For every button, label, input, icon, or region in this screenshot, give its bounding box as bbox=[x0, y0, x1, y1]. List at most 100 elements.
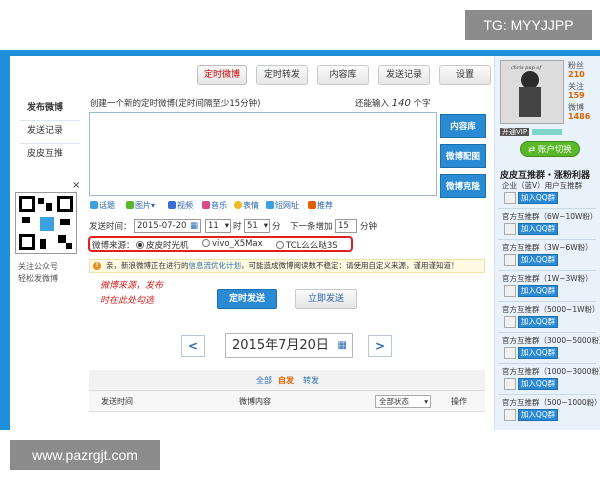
char-counter-value: 140 bbox=[391, 98, 411, 109]
promo-group-name: 官方互推群（500~1000粉） bbox=[502, 398, 600, 407]
content-library-button[interactable]: 内容库 bbox=[440, 114, 486, 138]
site-watermark: www.pazrgjt.com bbox=[10, 440, 160, 470]
column-content: 微博内容 bbox=[239, 397, 271, 406]
nav-item-send-log[interactable]: 发送记录 bbox=[10, 120, 80, 142]
info-flow-link[interactable]: 信息流优化计划 bbox=[189, 261, 242, 270]
nav-item-post-weibo[interactable]: 发布微博 bbox=[10, 97, 80, 119]
join-qq-group-button[interactable]: 加入QQ群 bbox=[504, 223, 584, 235]
send-time-label: 发送时间： bbox=[89, 222, 132, 232]
join-qq-label: 加入QQ群 bbox=[518, 409, 558, 421]
filter-all[interactable]: 全部 bbox=[256, 375, 272, 386]
promo-divider bbox=[498, 394, 596, 395]
nav-item-mutual-promo[interactable]: 皮皮互推 bbox=[10, 143, 80, 165]
qr-close-button[interactable]: × bbox=[72, 180, 80, 191]
promo-group-name: 企业（蓝V）用户互推群 bbox=[502, 181, 583, 190]
tab-timed-weibo[interactable]: 定时微博 bbox=[197, 65, 247, 85]
source-option[interactable]: TCL么么哒3S bbox=[276, 239, 338, 251]
short-url-tool[interactable]: 短网址 bbox=[266, 200, 299, 211]
chevron-down-icon: ▾ bbox=[424, 397, 428, 406]
topic-tool[interactable]: 话题 bbox=[90, 200, 115, 211]
source-option[interactable]: 皮皮时光机 bbox=[136, 239, 189, 251]
radio-icon bbox=[202, 239, 210, 247]
left-nav: 发布微博 发送记录 皮皮互推 bbox=[10, 95, 80, 175]
join-qq-label: 加入QQ群 bbox=[518, 378, 558, 390]
date-display[interactable]: 2015年7月20日 ▦ bbox=[225, 333, 353, 358]
minute-select[interactable]: 51 ▾ bbox=[244, 219, 270, 233]
promo-divider bbox=[498, 332, 596, 333]
hour-select[interactable]: 11 ▾ bbox=[205, 219, 231, 233]
join-qq-label: 加入QQ群 bbox=[518, 285, 558, 297]
column-send-time: 发送时间 bbox=[101, 397, 133, 406]
topic-icon bbox=[90, 201, 98, 209]
qq-avatar-icon bbox=[504, 347, 516, 359]
join-qq-group-button[interactable]: 加入QQ群 bbox=[504, 285, 584, 297]
link-icon bbox=[266, 201, 274, 209]
image-tool[interactable]: 图片▾ bbox=[126, 200, 155, 211]
tab-timed-repost[interactable]: 定时转发 bbox=[256, 65, 308, 85]
weibo-count[interactable]: 1486 bbox=[568, 112, 590, 121]
qq-avatar-icon bbox=[504, 409, 516, 421]
avatar-caption-icon: chris pup of bbox=[511, 65, 542, 71]
chevron-down-icon: ▾ bbox=[224, 221, 229, 231]
source-label: 微博来源： bbox=[92, 241, 135, 251]
image-icon bbox=[126, 201, 134, 209]
timed-send-button[interactable]: 定时发送 bbox=[217, 289, 277, 309]
send-now-button[interactable]: 立即发送 bbox=[295, 289, 357, 309]
join-qq-group-button[interactable]: 加入QQ群 bbox=[504, 378, 584, 390]
radio-icon bbox=[276, 241, 284, 249]
filter-original[interactable]: 自发 bbox=[278, 375, 294, 386]
switch-account-button[interactable]: ⇄ 账户切换 bbox=[520, 141, 580, 157]
join-qq-group-button[interactable]: 加入QQ群 bbox=[504, 192, 584, 204]
calendar-icon: ▦ bbox=[337, 340, 347, 351]
source-option[interactable]: vivo_X5Max bbox=[202, 239, 263, 249]
recommend-tool[interactable]: 推荐 bbox=[308, 200, 333, 211]
join-qq-group-button[interactable]: 加入QQ群 bbox=[504, 316, 584, 328]
qr-promo: × 关注公众号 轻松发微博 bbox=[10, 180, 85, 292]
promo-group-name: 官方互推群（5000~1W粉） bbox=[502, 305, 600, 314]
calendar-icon: ▦ bbox=[189, 221, 198, 231]
emoji-tool[interactable]: 表情 bbox=[234, 200, 259, 211]
video-tool[interactable]: 视频 bbox=[168, 200, 193, 211]
avatar[interactable]: chris pup of bbox=[500, 60, 564, 124]
qr-code bbox=[15, 192, 77, 254]
tab-content-library[interactable]: 内容库 bbox=[317, 65, 369, 85]
join-qq-label: 加入QQ群 bbox=[518, 254, 558, 266]
music-tool[interactable]: 音乐 bbox=[202, 200, 227, 211]
following-count[interactable]: 159 bbox=[568, 91, 585, 100]
warning-banner: ! 亲，新浪微博正在进行的信息流优化计划，可能造成微博阅读数不稳定：请使用自定义… bbox=[89, 259, 485, 273]
column-actions: 操作 bbox=[451, 397, 467, 406]
image-attach-button[interactable]: 微博配图 bbox=[440, 144, 486, 168]
qr-caption: 关注公众号 bbox=[18, 262, 58, 271]
join-qq-group-button[interactable]: 加入QQ群 bbox=[504, 347, 584, 359]
next-day-button[interactable]: > bbox=[368, 335, 392, 357]
weibo-clone-button[interactable]: 微博克隆 bbox=[440, 174, 486, 198]
promo-divider bbox=[498, 239, 596, 240]
followers-count[interactable]: 210 bbox=[568, 70, 585, 79]
blurred-name bbox=[532, 129, 562, 135]
prev-day-button[interactable]: < bbox=[181, 335, 205, 357]
join-qq-group-button[interactable]: 加入QQ群 bbox=[504, 254, 584, 266]
qq-avatar-icon bbox=[504, 378, 516, 390]
next-increment-label: 下一条增加 bbox=[290, 222, 333, 232]
music-icon bbox=[202, 201, 210, 209]
promo-group-name: 官方互推群（1W~3W粉） bbox=[502, 274, 593, 283]
warning-icon: ! bbox=[93, 262, 101, 270]
join-qq-label: 加入QQ群 bbox=[518, 316, 558, 328]
qq-avatar-icon bbox=[504, 254, 516, 266]
radio-selected-icon bbox=[136, 241, 144, 249]
join-qq-group-button[interactable]: 加入QQ群 bbox=[504, 409, 584, 421]
filter-repost[interactable]: 转发 bbox=[303, 375, 319, 386]
send-date-input[interactable]: 2015-07-20 ▦ bbox=[134, 219, 201, 233]
tab-send-log[interactable]: 发送记录 bbox=[378, 65, 430, 85]
table-header: 发送时间 微博内容 全部状态 ▾ 操作 bbox=[89, 390, 485, 412]
join-qq-label: 加入QQ群 bbox=[518, 347, 558, 359]
promo-divider bbox=[498, 270, 596, 271]
vip-bar: 开通VIP bbox=[500, 127, 595, 137]
tab-settings[interactable]: 设置 bbox=[439, 65, 491, 85]
status-filter-select[interactable]: 全部状态 ▾ bbox=[375, 395, 431, 408]
qr-caption: 轻松发微博 bbox=[18, 274, 58, 283]
compose-textarea[interactable] bbox=[89, 112, 437, 196]
increment-input[interactable]: 15 bbox=[335, 219, 357, 233]
open-vip-link[interactable]: 开通VIP bbox=[500, 128, 530, 136]
recommend-icon bbox=[308, 201, 316, 209]
